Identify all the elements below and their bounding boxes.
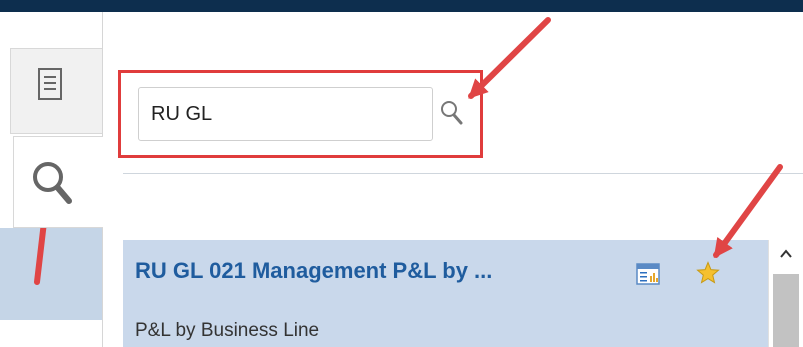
magnifier-icon <box>441 101 463 125</box>
result-subtitle: P&L by Business Line <box>135 320 320 341</box>
tab-documents[interactable] <box>10 48 102 134</box>
divider <box>123 173 803 174</box>
report-icon[interactable] <box>636 263 660 285</box>
top-bar <box>0 0 803 12</box>
document-icon <box>38 68 62 100</box>
scroll-up-button[interactable] <box>769 240 803 270</box>
chevron-up-icon <box>780 249 792 258</box>
scrollbar[interactable] <box>768 240 803 347</box>
list-item[interactable]: RU GL 021 Management P&L by ... P&L by B… <box>123 240 768 347</box>
selected-row-indicator <box>0 228 102 320</box>
result-title-link[interactable]: RU GL 021 Management P&L by ... <box>135 258 492 284</box>
tab-search[interactable] <box>13 136 103 228</box>
search-button[interactable] <box>436 95 472 135</box>
star-icon[interactable] <box>696 261 720 285</box>
magnifier-icon <box>33 162 72 204</box>
search-input[interactable] <box>138 87 433 141</box>
scroll-thumb[interactable] <box>773 274 799 347</box>
